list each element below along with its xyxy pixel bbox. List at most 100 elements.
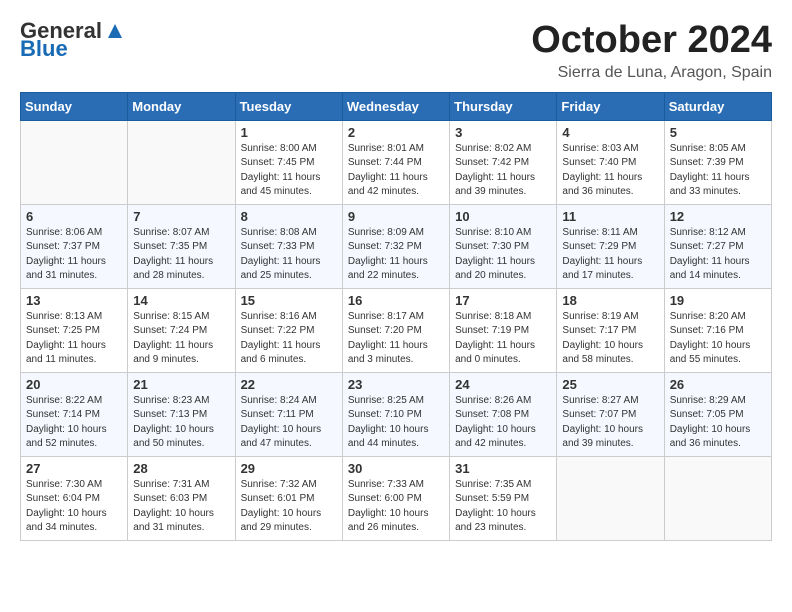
day-info: Sunrise: 8:20 AMSunset: 7:16 PMDaylight:… xyxy=(670,310,766,368)
day-info: Sunrise: 8:22 AMSunset: 7:14 PMDaylight:… xyxy=(26,394,122,452)
calendar-cell: 25Sunrise: 8:27 AMSunset: 7:07 PMDayligh… xyxy=(557,372,664,456)
day-info: Sunrise: 8:18 AMSunset: 7:19 PMDaylight:… xyxy=(455,310,551,368)
day-info: Sunrise: 7:32 AMSunset: 6:01 PMDaylight:… xyxy=(241,478,337,536)
calendar-cell: 19 Sunrise: 8:20 AMSunset: 7:16 PMDayligh… xyxy=(664,288,771,372)
calendar-cell: 30 Sunrise: 7:33 AMSunset: 6:00 PMDayligh… xyxy=(342,456,449,540)
day-number: 27 xyxy=(26,461,122,476)
day-number: 12 xyxy=(670,209,766,224)
day-info: Sunrise: 8:00 AMSunset: 7:45 PMDaylight:… xyxy=(241,142,337,200)
day-number: 24 xyxy=(455,377,551,392)
day-number: 4 xyxy=(562,125,658,140)
calendar-cell: 9 Sunrise: 8:09 AMSunset: 7:32 PMDaylight… xyxy=(342,204,449,288)
day-of-week-header: Saturday xyxy=(664,92,771,120)
day-info: Sunrise: 8:29 AMSunset: 7:05 PMDaylight:… xyxy=(670,394,766,452)
logo: General Blue xyxy=(20,20,126,60)
calendar-cell: 8 Sunrise: 8:08 AMSunset: 7:33 PMDaylight… xyxy=(235,204,342,288)
day-of-week-header: Monday xyxy=(128,92,235,120)
calendar-cell xyxy=(664,456,771,540)
day-info: Sunrise: 8:06 AMSunset: 7:37 PMDaylight:… xyxy=(26,226,122,284)
calendar-cell: 28 Sunrise: 7:31 AMSunset: 6:03 PMDayligh… xyxy=(128,456,235,540)
calendar-cell: 21Sunrise: 8:23 AMSunset: 7:13 PMDayligh… xyxy=(128,372,235,456)
day-info: Sunrise: 8:17 AMSunset: 7:20 PMDaylight:… xyxy=(348,310,444,368)
title-section: October 2024 Sierra de Luna, Aragon, Spa… xyxy=(531,20,772,82)
day-number: 6 xyxy=(26,209,122,224)
month-title: October 2024 xyxy=(531,20,772,62)
calendar-week-row: 27 Sunrise: 7:30 AMSunset: 6:04 PMDayligh… xyxy=(21,456,772,540)
calendar-cell xyxy=(557,456,664,540)
day-number: 8 xyxy=(241,209,337,224)
day-number: 17 xyxy=(455,293,551,308)
day-number: 9 xyxy=(348,209,444,224)
calendar-cell: 24 Sunrise: 8:26 AMSunset: 7:08 PMDayligh… xyxy=(450,372,557,456)
day-number: 14 xyxy=(133,293,229,308)
day-number: 5 xyxy=(670,125,766,140)
day-info: Sunrise: 8:09 AMSunset: 7:32 PMDaylight:… xyxy=(348,226,444,284)
calendar-cell: 11 Sunrise: 8:11 AMSunset: 7:29 PMDayligh… xyxy=(557,204,664,288)
calendar-cell xyxy=(21,120,128,204)
calendar-cell: 13Sunrise: 8:13 AMSunset: 7:25 PMDayligh… xyxy=(21,288,128,372)
day-number: 29 xyxy=(241,461,337,476)
day-info: Sunrise: 8:10 AMSunset: 7:30 PMDaylight:… xyxy=(455,226,551,284)
day-number: 22 xyxy=(241,377,337,392)
day-of-week-header: Sunday xyxy=(21,92,128,120)
calendar-cell: 17 Sunrise: 8:18 AMSunset: 7:19 PMDayligh… xyxy=(450,288,557,372)
calendar-week-row: 13Sunrise: 8:13 AMSunset: 7:25 PMDayligh… xyxy=(21,288,772,372)
calendar-cell: 27 Sunrise: 7:30 AMSunset: 6:04 PMDayligh… xyxy=(21,456,128,540)
calendar-cell: 6 Sunrise: 8:06 AMSunset: 7:37 PMDaylight… xyxy=(21,204,128,288)
day-number: 30 xyxy=(348,461,444,476)
day-info: Sunrise: 8:11 AMSunset: 7:29 PMDaylight:… xyxy=(562,226,658,284)
calendar-cell: 29 Sunrise: 7:32 AMSunset: 6:01 PMDayligh… xyxy=(235,456,342,540)
day-number: 13 xyxy=(26,293,122,308)
calendar-cell: 31 Sunrise: 7:35 AMSunset: 5:59 PMDayligh… xyxy=(450,456,557,540)
day-number: 31 xyxy=(455,461,551,476)
calendar-cell: 4Sunrise: 8:03 AMSunset: 7:40 PMDaylight… xyxy=(557,120,664,204)
day-number: 19 xyxy=(670,293,766,308)
day-number: 28 xyxy=(133,461,229,476)
calendar-cell: 12 Sunrise: 8:12 AMSunset: 7:27 PMDayligh… xyxy=(664,204,771,288)
day-number: 18 xyxy=(562,293,658,308)
calendar-cell: 23 Sunrise: 8:25 AMSunset: 7:10 PMDayligh… xyxy=(342,372,449,456)
calendar-table: SundayMondayTuesdayWednesdayThursdayFrid… xyxy=(20,92,772,541)
day-number: 21 xyxy=(133,377,229,392)
calendar-week-row: 20 Sunrise: 8:22 AMSunset: 7:14 PMDayligh… xyxy=(21,372,772,456)
day-number: 15 xyxy=(241,293,337,308)
calendar-cell: 18 Sunrise: 8:19 AMSunset: 7:17 PMDayligh… xyxy=(557,288,664,372)
day-info: Sunrise: 8:19 AMSunset: 7:17 PMDaylight:… xyxy=(562,310,658,368)
calendar-cell: 16 Sunrise: 8:17 AMSunset: 7:20 PMDayligh… xyxy=(342,288,449,372)
logo-blue: Blue xyxy=(20,38,126,60)
day-info: Sunrise: 7:33 AMSunset: 6:00 PMDaylight:… xyxy=(348,478,444,536)
day-number: 23 xyxy=(348,377,444,392)
calendar-header-row: SundayMondayTuesdayWednesdayThursdayFrid… xyxy=(21,92,772,120)
day-info: Sunrise: 8:05 AMSunset: 7:39 PMDaylight:… xyxy=(670,142,766,200)
day-number: 16 xyxy=(348,293,444,308)
day-info: Sunrise: 8:15 AMSunset: 7:24 PMDaylight:… xyxy=(133,310,229,368)
day-info: Sunrise: 8:26 AMSunset: 7:08 PMDaylight:… xyxy=(455,394,551,452)
page-header: General Blue October 2024 Sierra de Luna… xyxy=(20,20,772,82)
day-of-week-header: Thursday xyxy=(450,92,557,120)
location: Sierra de Luna, Aragon, Spain xyxy=(531,64,772,82)
day-info: Sunrise: 7:31 AMSunset: 6:03 PMDaylight:… xyxy=(133,478,229,536)
day-info: Sunrise: 8:25 AMSunset: 7:10 PMDaylight:… xyxy=(348,394,444,452)
day-info: Sunrise: 7:30 AMSunset: 6:04 PMDaylight:… xyxy=(26,478,122,536)
day-info: Sunrise: 8:12 AMSunset: 7:27 PMDaylight:… xyxy=(670,226,766,284)
calendar-cell xyxy=(128,120,235,204)
day-info: Sunrise: 8:08 AMSunset: 7:33 PMDaylight:… xyxy=(241,226,337,284)
day-info: Sunrise: 7:35 AMSunset: 5:59 PMDaylight:… xyxy=(455,478,551,536)
calendar-cell: 10 Sunrise: 8:10 AMSunset: 7:30 PMDayligh… xyxy=(450,204,557,288)
day-number: 10 xyxy=(455,209,551,224)
day-of-week-header: Tuesday xyxy=(235,92,342,120)
day-number: 11 xyxy=(562,209,658,224)
day-number: 2 xyxy=(348,125,444,140)
day-info: Sunrise: 8:16 AMSunset: 7:22 PMDaylight:… xyxy=(241,310,337,368)
calendar-cell: 20 Sunrise: 8:22 AMSunset: 7:14 PMDayligh… xyxy=(21,372,128,456)
calendar-cell: 2 Sunrise: 8:01 AMSunset: 7:44 PMDaylight… xyxy=(342,120,449,204)
day-number: 20 xyxy=(26,377,122,392)
day-of-week-header: Friday xyxy=(557,92,664,120)
calendar-cell: 5 Sunrise: 8:05 AMSunset: 7:39 PMDaylight… xyxy=(664,120,771,204)
day-info: Sunrise: 8:01 AMSunset: 7:44 PMDaylight:… xyxy=(348,142,444,200)
calendar-week-row: 1Sunrise: 8:00 AMSunset: 7:45 PMDaylight… xyxy=(21,120,772,204)
day-number: 25 xyxy=(562,377,658,392)
day-of-week-header: Wednesday xyxy=(342,92,449,120)
calendar-week-row: 6 Sunrise: 8:06 AMSunset: 7:37 PMDaylight… xyxy=(21,204,772,288)
calendar-cell: 1Sunrise: 8:00 AMSunset: 7:45 PMDaylight… xyxy=(235,120,342,204)
